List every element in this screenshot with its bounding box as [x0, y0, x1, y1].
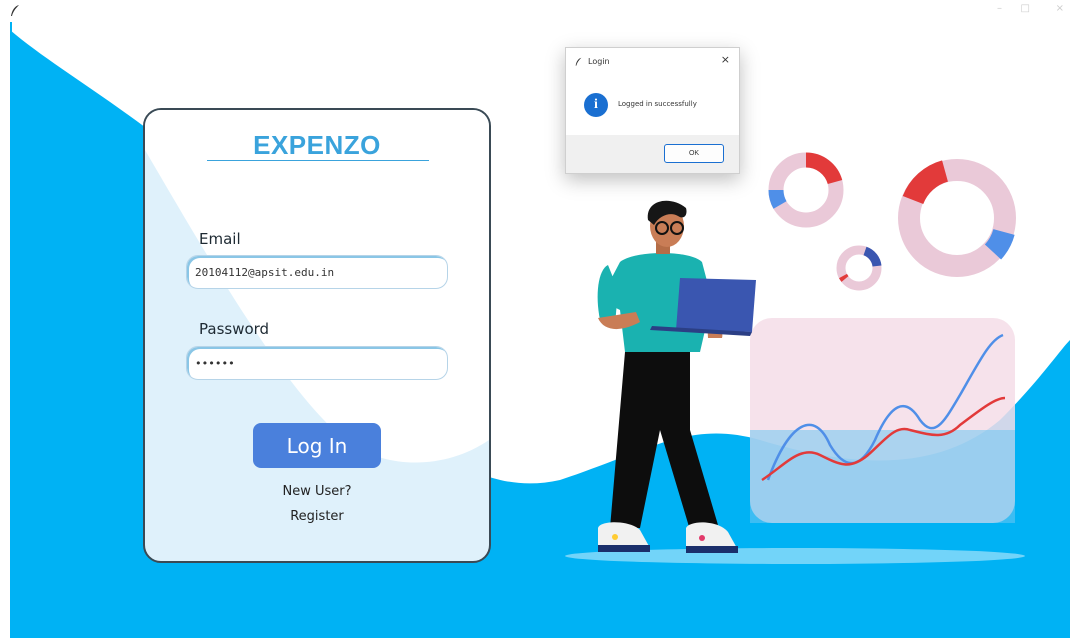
dialog-message: Logged in successfully — [618, 100, 697, 108]
login-success-dialog: Login × i Logged in successfully OK — [565, 47, 740, 174]
new-user-text: New User? — [282, 484, 352, 499]
feather-icon — [575, 57, 582, 66]
dialog-title: Login — [588, 57, 610, 66]
dialog-footer: OK — [566, 135, 739, 173]
password-input[interactable] — [195, 347, 435, 379]
brand-underline — [207, 160, 429, 161]
donut-chart-small — [836, 245, 882, 291]
dialog-close-button[interactable]: × — [721, 53, 730, 66]
donut-chart-large — [898, 159, 1016, 277]
info-icon: i — [584, 93, 608, 117]
email-label: Email — [199, 230, 241, 248]
password-label: Password — [199, 320, 270, 338]
ok-button[interactable]: OK — [664, 144, 724, 163]
password-field[interactable] — [186, 346, 448, 380]
donut-chart-medium — [768, 152, 844, 228]
email-input[interactable] — [195, 256, 435, 288]
brand-title: EXPENZO — [253, 130, 381, 160]
login-card: EXPENZO Email Password Log In New User? … — [143, 108, 491, 563]
email-field[interactable] — [186, 255, 448, 289]
login-button[interactable]: Log In — [253, 423, 381, 468]
register-link[interactable]: Register — [145, 509, 489, 524]
